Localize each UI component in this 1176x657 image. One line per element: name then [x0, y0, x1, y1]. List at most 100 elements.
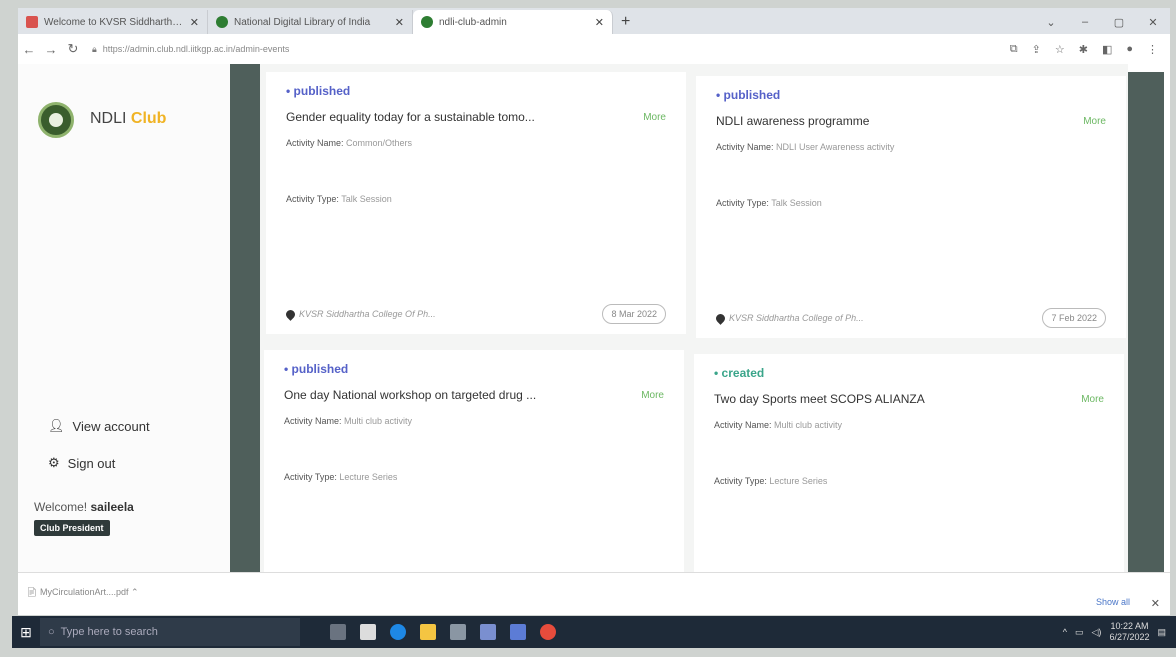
role-badge: Club President [34, 520, 110, 536]
sidebar: NDLI Club 👤︎ View account ⚙︎ Sign out We… [18, 64, 230, 572]
clock-date: 6/27/2022 [1109, 632, 1150, 642]
minimize-icon[interactable]: – [1068, 16, 1102, 28]
location-text: KVSR Siddhartha College Of Ph... [299, 309, 436, 319]
location-pin-icon [714, 311, 727, 325]
browser-tab[interactable]: National Digital Library of India ✕ [208, 10, 413, 34]
user-icon: 👤︎ [48, 418, 65, 433]
activity-type-value: Lecture Series [769, 476, 828, 486]
taskbar-search[interactable]: ○ Type here to search [40, 618, 300, 646]
activity-type-value: Talk Session [771, 198, 822, 208]
tab-title: ndli-club-admin [439, 16, 507, 28]
activity-name-label: Activity Name: [714, 420, 772, 430]
more-link[interactable]: More [1081, 394, 1104, 405]
sidebar-divider-rail [230, 64, 260, 572]
app-icon[interactable] [510, 624, 526, 640]
close-icon[interactable]: ✕ [190, 16, 199, 29]
download-filename: MyCirculationArt....pdf [39, 587, 129, 597]
browser-tab[interactable]: Welcome to KVSR Siddhartha C ✕ [18, 10, 208, 34]
more-link[interactable]: More [641, 390, 664, 401]
download-bar: 📄︎ MyCirculationArt....pdf ⌃ Show all ✕ [18, 572, 1170, 615]
event-card[interactable]: • published NDLI awareness programme Mor… [696, 76, 1126, 338]
notifications-icon[interactable]: ▤ [1157, 627, 1166, 638]
extensions-icon[interactable]: ✱ [1079, 43, 1088, 56]
volume-icon[interactable]: ◁) [1092, 627, 1102, 638]
event-card[interactable]: • published One day National workshop on… [264, 350, 684, 572]
activity-type-label: Activity Type: [284, 472, 337, 482]
status-text: published [291, 362, 349, 376]
event-card[interactable]: • created Two day Sports meet SCOPS ALIA… [694, 354, 1124, 572]
profile-icon[interactable]: ● [1126, 43, 1133, 56]
windows-taskbar: ⊞ ○ Type here to search ^ ▭ ◁) 10:22 AM … [12, 616, 1176, 648]
close-icon[interactable]: ✕ [395, 16, 404, 29]
more-link[interactable]: More [643, 112, 666, 123]
close-download-bar-icon[interactable]: ✕ [1151, 597, 1160, 610]
event-card[interactable]: • published Gender equality today for a … [266, 72, 686, 334]
maximize-icon[interactable]: ▢ [1102, 16, 1136, 29]
sign-out-link[interactable]: ⚙︎ Sign out [48, 455, 115, 471]
side-panel-icon[interactable]: ◧ [1102, 43, 1112, 56]
close-window-icon[interactable]: ✕ [1136, 16, 1170, 29]
window-controls: ⌄ – ▢ ✕ [1034, 10, 1170, 34]
activity-type-row: Activity Type: Talk Session [286, 194, 666, 204]
chrome-icon[interactable] [540, 624, 556, 640]
app-icon[interactable] [450, 624, 466, 640]
status-text: published [293, 84, 351, 98]
activity-name-row: Activity Name: Multi club activity [714, 420, 1104, 430]
activity-name-row: Activity Name: Multi club activity [284, 416, 664, 426]
activity-type-row: Activity Type: Lecture Series [284, 472, 664, 482]
back-icon[interactable]: ← [18, 42, 40, 57]
view-account-link[interactable]: 👤︎ View account [48, 418, 150, 434]
search-icon: ○ [48, 626, 55, 638]
status-badge: • published [286, 84, 351, 98]
install-icon[interactable]: ⧉ [1010, 43, 1018, 56]
file-explorer-icon[interactable] [420, 624, 436, 640]
location-pin-icon [284, 307, 297, 321]
reload-icon[interactable]: ↻ [62, 41, 84, 57]
forward-icon[interactable]: → [40, 42, 62, 57]
lock-icon: 🔒︎ [92, 43, 97, 54]
share-icon[interactable]: ⇪ [1032, 43, 1041, 56]
address-bar[interactable]: 🔒︎ https://admin.club.ndl.iitkgp.ac.in/ad… [92, 44, 289, 55]
status-text: created [721, 366, 765, 380]
status-text: published [723, 88, 781, 102]
status-badge: • published [716, 88, 781, 102]
edge-icon[interactable] [390, 624, 406, 640]
show-all-link[interactable]: Show all [1096, 597, 1130, 607]
windows-start-icon[interactable]: ⊞ [12, 624, 40, 641]
status-badge: • published [284, 362, 349, 376]
brand-accent-text: Club [130, 110, 167, 127]
app-window: NDLI Club 👤︎ View account ⚙︎ Sign out We… [18, 64, 1170, 572]
chevron-up-icon[interactable]: ^ [1063, 627, 1067, 637]
chevron-up-icon[interactable]: ⌃ [131, 587, 139, 597]
tab-search-icon[interactable]: ⌄ [1034, 16, 1068, 29]
task-view-icon[interactable] [330, 624, 346, 640]
clock[interactable]: 10:22 AM 6/27/2022 [1109, 621, 1149, 643]
system-tray: ^ ▭ ◁) 10:22 AM 6/27/2022 ▤ [1063, 621, 1176, 643]
app-icon[interactable] [480, 624, 496, 640]
status-badge: • created [714, 366, 765, 380]
activity-type-label: Activity Type: [716, 198, 769, 208]
event-title: Two day Sports meet SCOPS ALIANZA [714, 392, 925, 406]
menu-icon[interactable]: ⋮ [1147, 43, 1158, 56]
download-item[interactable]: 📄︎ MyCirculationArt....pdf ⌃ [26, 587, 139, 598]
username: saileela [90, 500, 134, 514]
store-icon[interactable] [360, 624, 376, 640]
search-placeholder: Type here to search [60, 626, 158, 638]
activity-type-value: Talk Session [341, 194, 392, 204]
url-text: https://admin.club.ndl.iitkgp.ac.in/admi… [102, 43, 290, 54]
date-badge: 7 Feb 2022 [1042, 308, 1106, 328]
event-title: Gender equality today for a sustainable … [286, 110, 535, 124]
welcome-prefix: Welcome! [34, 500, 88, 514]
activity-name-row: Activity Name: Common/Others [286, 138, 666, 148]
activity-name-label: Activity Name: [284, 416, 342, 426]
browser-tab-active[interactable]: ndli-club-admin ✕ [413, 10, 613, 34]
bookmark-star-icon[interactable]: ☆ [1055, 43, 1065, 56]
scrollbar[interactable] [1128, 72, 1164, 572]
more-link[interactable]: More [1083, 116, 1106, 127]
network-icon[interactable]: ▭ [1075, 627, 1084, 638]
activity-type-value: Lecture Series [339, 472, 398, 482]
new-tab-icon[interactable]: + [613, 10, 638, 34]
browser-tab-bar: Welcome to KVSR Siddhartha C ✕ National … [18, 8, 1170, 34]
close-icon[interactable]: ✕ [595, 16, 604, 29]
tab-title: National Digital Library of India [234, 16, 371, 28]
